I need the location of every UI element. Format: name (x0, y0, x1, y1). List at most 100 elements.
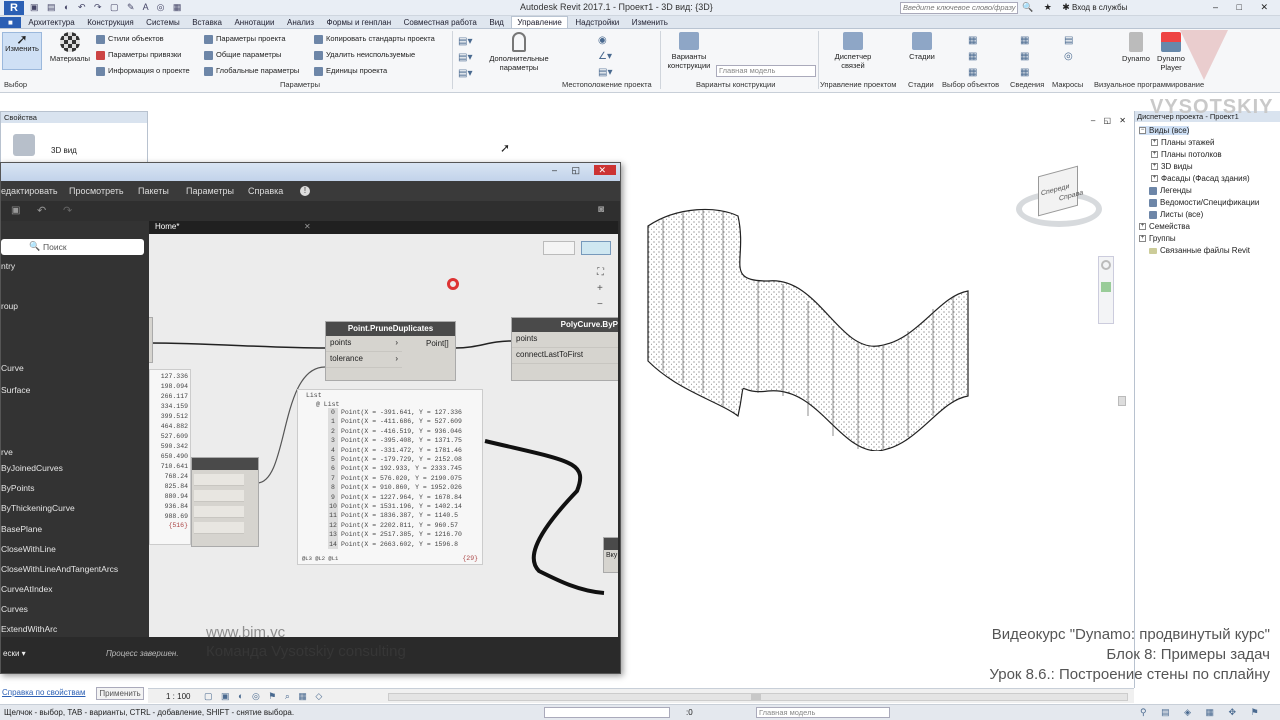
shared-params-button[interactable]: Общие параметры (204, 50, 281, 60)
tab-architecture[interactable]: Архитектура (23, 17, 79, 28)
transfer-standards-button[interactable]: Копировать стандарты проекта (314, 34, 435, 44)
revit-logo[interactable]: R (4, 1, 24, 15)
tab-analyze[interactable]: Анализ (282, 17, 319, 28)
quick-access-toolbar[interactable]: ▣ ▤ ◐ ↶ ↷ ▢ ✎ A ◎ ▦ (30, 2, 184, 13)
offscreen-node[interactable] (149, 317, 153, 363)
input-port-points[interactable]: points › (326, 336, 402, 352)
selection-icons[interactable]: ▦ ▦ ▦ (968, 33, 977, 81)
tab-massing[interactable]: Формы и генплан (322, 17, 397, 28)
node-title[interactable]: PolyCurve.ByP (512, 318, 618, 332)
project-units-button[interactable]: Единицы проекта (314, 66, 387, 76)
zoom-icon[interactable] (1101, 282, 1111, 292)
tree-item-elevations[interactable]: + Фасады (Фасад здания) (1151, 174, 1250, 183)
output-port-points[interactable]: Point[] (426, 339, 449, 348)
library-search-input[interactable]: 🔍 Поиск (1, 239, 144, 255)
list-item-slot[interactable] (194, 506, 244, 518)
window-controls[interactable]: – □ ✕ (1213, 2, 1276, 13)
menu-help[interactable]: Справка (248, 186, 283, 196)
list-node-header[interactable] (192, 458, 258, 470)
library-item[interactable]: CloseWithLine (1, 544, 56, 554)
library-item[interactable]: ExtendWithArc (1, 624, 57, 634)
expand-icon[interactable]: + (1139, 235, 1146, 243)
misc-settings-icons[interactable]: ▤▾ ▤▾ ▤▾ (458, 34, 472, 82)
tree-item-3d-views[interactable]: +3D виды (1151, 162, 1193, 171)
menu-packages[interactable]: Пакеты (138, 186, 169, 196)
project-info-button[interactable]: Информация о проекте (96, 66, 190, 76)
library-item[interactable]: ByPoints (1, 483, 35, 493)
selection-filter-icons[interactable]: ⚲ ▤ ◈ ▦ ✥ ⚑ (1140, 707, 1265, 718)
snaps-button[interactable]: Параметры привязки (96, 50, 181, 60)
library-item[interactable]: rve (1, 447, 13, 457)
modify-button[interactable]: ➚ Изменить (2, 32, 42, 70)
inquiry-icons[interactable]: ▦ ▦ ▦ (1020, 33, 1029, 81)
expand-icon[interactable]: + (1151, 175, 1158, 183)
phases-button[interactable]: Стадии (906, 32, 938, 61)
menu-edit[interactable]: едактировать (1, 186, 58, 196)
expand-icon[interactable]: + (1151, 139, 1158, 147)
menu-view[interactable]: Просмотреть (69, 186, 124, 196)
scrollbar-thumb[interactable] (751, 694, 761, 700)
manage-links-button[interactable]: Диспетчер связей (828, 32, 878, 70)
global-params-button[interactable]: Глобальные параметры (204, 66, 299, 76)
expand-icon[interactable]: + (1151, 151, 1158, 159)
navigation-bar[interactable] (1098, 256, 1114, 324)
tab-structure[interactable]: Конструкция (82, 17, 138, 28)
view-control-icons[interactable]: ▢ ▣ ◐ ◎ ⚑ ⌕ ▦ ◇ (204, 691, 325, 702)
camera-icon[interactable]: ◙ (598, 204, 604, 215)
tab-view[interactable]: Вид (484, 17, 508, 28)
materials-button[interactable]: Материалы (48, 32, 92, 63)
tab-addins[interactable]: Надстройки (570, 17, 624, 28)
help-toolbar-icons[interactable]: 🔍 ★ ✱ (1022, 2, 1074, 13)
group-label-select[interactable]: Выбор (4, 80, 27, 89)
expand-icon[interactable]: + (1139, 223, 1146, 231)
list-input-node[interactable] (191, 457, 259, 547)
design-options-button[interactable]: Варианты конструкции (664, 32, 714, 70)
watch-preview-bubble[interactable]: List @ List 0 Point(X = -391.641, Y = 127… (297, 389, 483, 565)
run-mode-select[interactable]: ески ▾ (3, 649, 26, 658)
tree-item-views[interactable]: − Виды (все) (1139, 126, 1190, 135)
library-item[interactable]: ntry (1, 261, 15, 271)
tree-item-revit-links[interactable]: Связанные файлы Revit (1149, 246, 1250, 255)
undo-icon[interactable]: ↶ (37, 204, 46, 217)
main-model-select[interactable]: Главная модель (716, 65, 816, 77)
dynamo-workspace-canvas[interactable]: Home* ✕ ⛶+−✥ 127.336198.094266.117334.15… (149, 221, 618, 637)
library-item[interactable]: ByThickeningCurve (1, 503, 75, 513)
curved-wall-model[interactable] (638, 201, 978, 451)
purge-unused-button[interactable]: Удалить неиспользуемые (314, 50, 415, 60)
workset-select[interactable] (544, 707, 670, 718)
input-port-points[interactable]: points (512, 332, 618, 348)
node-title[interactable]: Point.PruneDuplicates (326, 322, 455, 336)
tree-item-sheets[interactable]: Листы (все) (1149, 210, 1203, 219)
tab-modify[interactable]: Изменить (627, 17, 673, 28)
dynamo-button[interactable]: Dynamo (1118, 32, 1154, 63)
additional-settings-button[interactable]: Дополнительные параметры (484, 32, 554, 72)
save-icon[interactable]: ▣ (11, 205, 20, 216)
dynamo-title-bar[interactable]: – ◱ ✕ (1, 163, 620, 181)
left-node-preview[interactable]: 127.336 198.094 266.117 334.159 399.512 464.8… (149, 369, 191, 545)
library-item[interactable]: roup (1, 301, 18, 311)
library-item[interactable]: ByJoinedCurves (1, 463, 63, 473)
steering-wheel-icon[interactable] (1101, 260, 1111, 270)
library-item[interactable]: CurveAtIndex (1, 584, 53, 594)
input-port-tolerance[interactable]: tolerance › (326, 352, 402, 368)
redo-icon[interactable]: ↷ (63, 204, 72, 217)
polycurve-bypoints-node[interactable]: PolyCurve.ByP points connectLastToFirst (511, 317, 618, 381)
macros-icons[interactable]: ▤ ◎ (1064, 33, 1073, 65)
apply-button[interactable]: Применить (96, 687, 144, 700)
library-item[interactable]: Surface (1, 385, 30, 395)
tree-item-ceiling-plans[interactable]: + Планы потолков (1151, 150, 1222, 159)
list-item-slot[interactable] (194, 522, 244, 534)
design-option-select[interactable]: Главная модель (756, 707, 890, 718)
tree-item-floor-plans[interactable]: + Планы этажей (1151, 138, 1214, 147)
input-port-connect-last[interactable]: connectLastToFirst (512, 348, 618, 364)
list-item-slot[interactable] (194, 490, 244, 502)
point-prune-duplicates-node[interactable]: Point.PruneDuplicates points › tolerance ›… (325, 321, 456, 381)
view-scale[interactable]: 1 : 100 (166, 692, 190, 701)
list-item-slot[interactable] (194, 474, 244, 486)
offscreen-node-right[interactable]: Вку (603, 537, 618, 573)
object-styles-button[interactable]: Стили объектов (96, 34, 164, 44)
library-item[interactable]: CloseWithLineAndTangentArcs (1, 564, 118, 574)
help-search-input[interactable]: Введите ключевое слово/фразу (900, 2, 1018, 14)
view-cube[interactable]: Спереди Справа (1016, 165, 1102, 229)
tree-item-families[interactable]: + Семейства (1139, 222, 1190, 231)
